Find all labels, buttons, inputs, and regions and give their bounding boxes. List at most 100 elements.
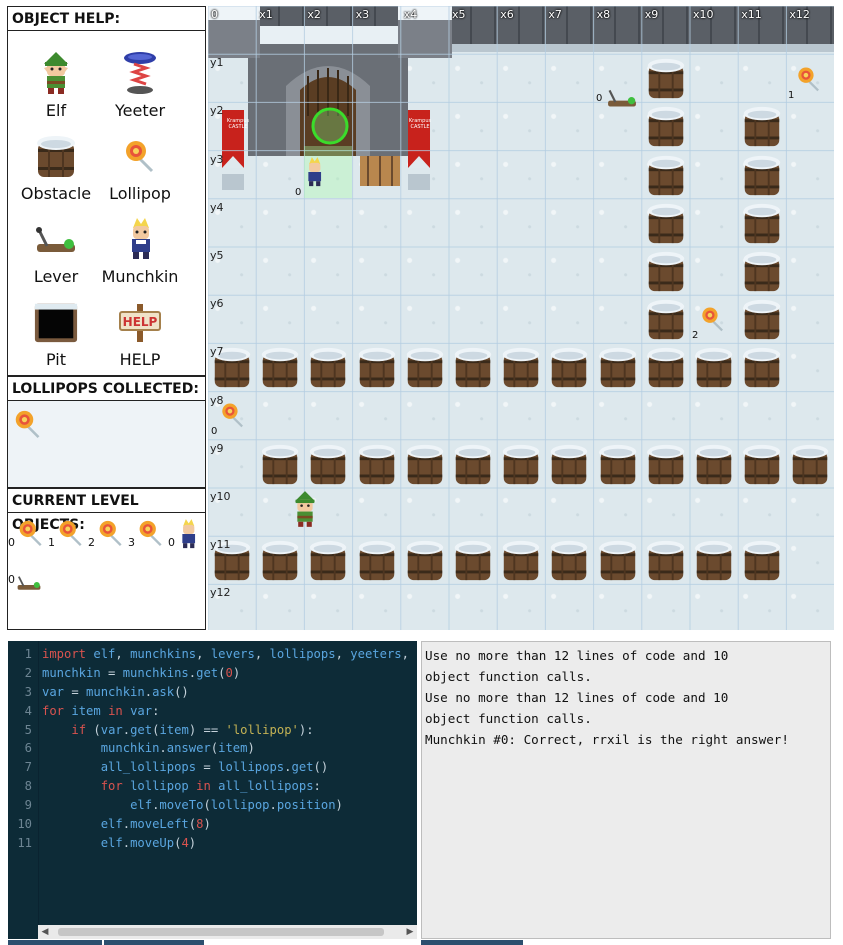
run-button[interactable] (8, 940, 102, 945)
submit-button[interactable] (421, 940, 523, 945)
lever-icon (608, 89, 636, 107)
barrel-obstacle (597, 345, 639, 389)
barrel-obstacle (741, 345, 783, 389)
barrel-obstacle (741, 153, 783, 197)
code-line[interactable]: 11 elf.moveUp(4) (8, 834, 417, 853)
help-item-munchkin: Munchkin (100, 205, 180, 288)
barrel-obstacle (693, 345, 735, 389)
line-number: 9 (24, 798, 32, 813)
barrel-obstacle (693, 442, 735, 486)
lollipop-icon (798, 67, 819, 92)
help-item-label: Obstacle (20, 184, 92, 203)
pit-icon (33, 299, 79, 345)
lollipop-icon (139, 520, 162, 547)
level-object-lollipop: 2 (88, 519, 130, 565)
grid-lines (208, 6, 834, 630)
scroll-right-icon[interactable]: ▶ (403, 925, 417, 939)
lollipop-sprite[interactable] (700, 306, 726, 332)
target-ring-icon (311, 107, 349, 145)
code-line[interactable]: 1 import elf, munchkins, levers, lollipop… (8, 645, 417, 664)
barrel-obstacle (741, 442, 783, 486)
line-number: 3 (24, 684, 32, 699)
help-item-yeeter: Yeeter (100, 39, 180, 122)
barrel-obstacle (452, 442, 494, 486)
y-axis-label: y5 (210, 249, 224, 262)
barrel-obstacle (645, 201, 687, 245)
game-board: Krampus CASTLE Krampus CASTLE 0 0 1 2 0 … (208, 6, 834, 630)
barrel-obstacle (645, 297, 687, 341)
barrel-obstacle (693, 538, 735, 582)
lever-index: 0 (596, 93, 603, 104)
output-line: Use no more than 12 lines of code and 10 (425, 689, 729, 705)
help-item-help: HELP HELP (100, 288, 180, 371)
code-line[interactable]: 7 all_lollipops = lollipops.get() (8, 758, 417, 777)
barrel-obstacle (645, 442, 687, 486)
object-help-grid: Elf Yeeter Obstacle Lollipop Lever Munch… (8, 31, 205, 371)
line-number: 2 (24, 665, 32, 680)
barrel-obstacle (548, 345, 590, 389)
code-line[interactable]: 8 for lollipop in all_lollipops: (8, 777, 417, 796)
help-item-lever: Lever (16, 205, 96, 288)
barrel-obstacle (741, 538, 783, 582)
help-item-elf: Elf (16, 39, 96, 122)
lever-sprite[interactable] (604, 86, 640, 112)
y-axis-label: y7 (210, 345, 224, 359)
code-line[interactable]: 4 for item in var: (8, 702, 417, 721)
code-lines[interactable]: 1 import elf, munchkins, levers, lollipop… (8, 645, 417, 853)
elf-icon (294, 491, 316, 527)
barrel-obstacle (356, 345, 398, 389)
current-level-objects-title: CURRENT LEVEL OBJECTS: (8, 489, 205, 533)
line-number: 5 (24, 722, 32, 737)
code-line[interactable]: 6 munchkin.answer(item) (8, 739, 417, 758)
munchkin-sprite[interactable] (302, 154, 330, 194)
barrel-icon (33, 133, 79, 179)
line-number: 4 (24, 703, 32, 718)
y-axis-label: y9 (210, 441, 224, 455)
elf-sprite[interactable] (288, 486, 322, 536)
level-object-lollipop: 0 (8, 519, 50, 565)
output-line: Use no more than 12 lines of code and 10 (425, 648, 729, 663)
x-axis-label: x12 (789, 8, 810, 21)
code-line[interactable]: 2 munchkin = munchkins.get(0) (8, 664, 417, 683)
help-item-label: Pit (45, 350, 66, 369)
line-number: 11 (17, 835, 32, 850)
lollipop-sprite[interactable] (796, 66, 822, 92)
code-line[interactable]: 5 if (var.get(item) == 'lollipop'): (8, 721, 417, 740)
code-line[interactable]: 9 elf.moveTo(lollipop.position) (8, 796, 417, 815)
x-axis-label: x11 (741, 8, 762, 21)
barrel-obstacle (404, 442, 446, 486)
reset-button[interactable] (104, 940, 204, 945)
y-axis-label: y2 (210, 104, 224, 118)
lollipop-icon (702, 307, 723, 332)
barrel-obstacle (404, 345, 446, 389)
barrel-obstacle (452, 538, 494, 582)
elf-icon (33, 50, 79, 96)
barrel-obstacle (259, 442, 301, 486)
code-line[interactable]: 3 var = munchkin.ask() (8, 683, 417, 702)
lollipop-index: 2 (692, 330, 699, 341)
line-number: 8 (24, 779, 32, 794)
barrel-obstacle (741, 249, 783, 293)
munchkin-icon (182, 519, 196, 549)
help-item-label: Lever (33, 267, 79, 286)
scroll-left-icon[interactable]: ◀ (38, 925, 52, 939)
x-axis-label: x1 (259, 8, 273, 21)
x-axis-label: x8 (596, 8, 611, 21)
barrel-obstacle (356, 538, 398, 582)
horizontal-scrollbar[interactable]: ◀ ▶ (38, 925, 417, 939)
output-line: object function calls. (425, 668, 592, 684)
code-editor[interactable]: 1 import elf, munchkins, levers, lollipop… (8, 641, 417, 939)
yeeter-icon (117, 50, 163, 96)
help-sign-icon: HELP (117, 299, 163, 345)
barrel-obstacle (307, 345, 349, 389)
lollipops-collected-panel: LOLLIPOPS COLLECTED: (7, 376, 206, 488)
scrollbar-thumb[interactable] (58, 928, 384, 936)
help-item-pit: Pit (16, 288, 96, 371)
barrel-obstacle (645, 345, 687, 389)
object-index: 0 (168, 536, 175, 549)
output-line: Munchkin #0: Correct, rrxil is the right… (425, 731, 789, 747)
lollipop-sprite[interactable] (220, 402, 246, 428)
code-line[interactable]: 10 elf.moveLeft(8) (8, 815, 417, 834)
barrel-obstacle (597, 442, 639, 486)
help-item-lollipop: Lollipop (100, 122, 180, 205)
